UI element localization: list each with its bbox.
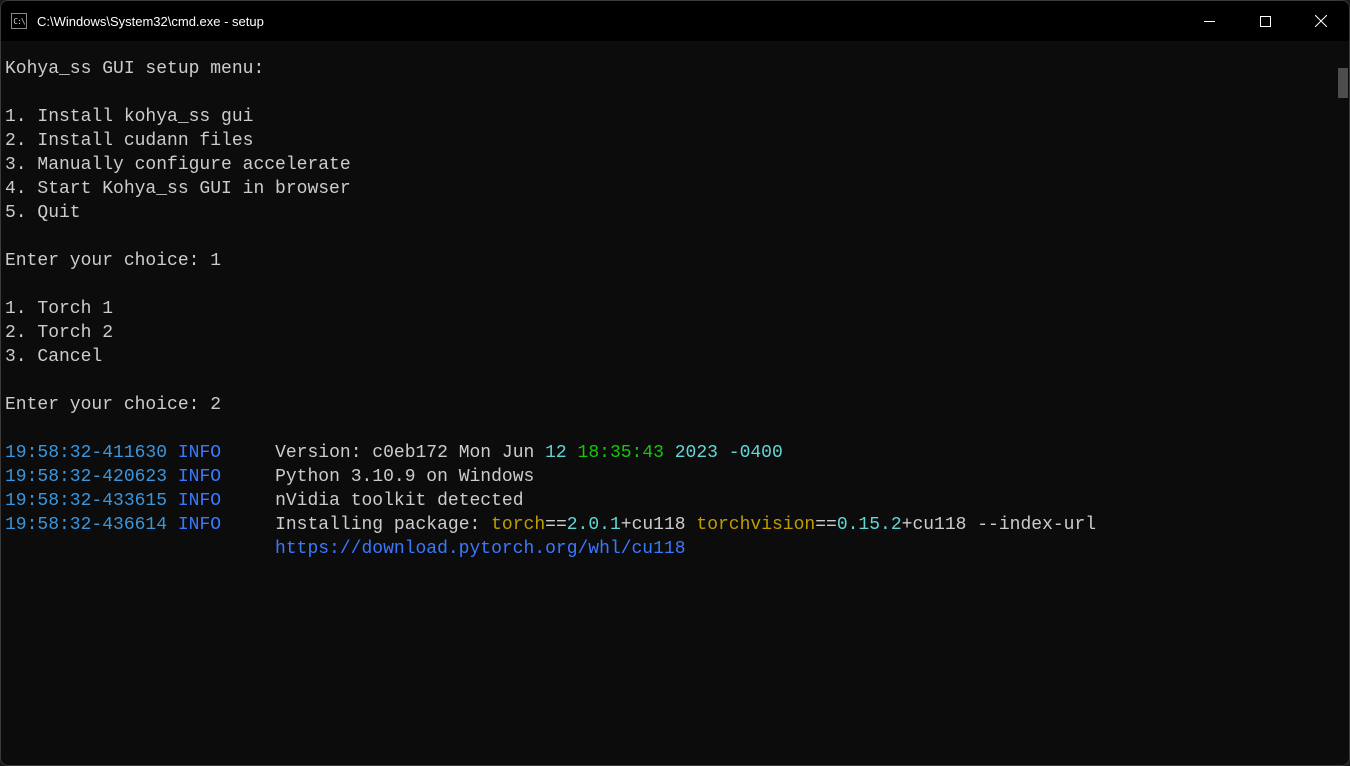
log-line: 19:58:32-420623 INFO Python 3.10.9 on Wi… [5, 465, 1349, 489]
minimize-icon [1204, 16, 1215, 27]
blank-line [5, 273, 1349, 297]
menu-option: 3. Manually configure accelerate [5, 153, 1349, 177]
maximize-button[interactable] [1237, 1, 1293, 41]
log-timestamp: 19:58:32-433615 [5, 491, 167, 511]
log-day: 12 [545, 443, 567, 463]
log-line: https://download.pytorch.org/whl/cu118 [5, 537, 1349, 561]
menu-header: Kohya_ss GUI setup menu: [5, 57, 1349, 81]
log-timestamp: 19:58:32-436614 [5, 515, 167, 535]
choice-prompt: Enter your choice: 1 [5, 249, 1349, 273]
scrollbar-track[interactable] [1334, 40, 1348, 766]
terminal-output[interactable]: Kohya_ss GUI setup menu: 1. Install kohy… [1, 41, 1349, 765]
log-text: +cu118 [621, 515, 697, 535]
minimize-button[interactable] [1181, 1, 1237, 41]
submenu-option: 3. Cancel [5, 345, 1349, 369]
window-controls [1181, 1, 1349, 41]
log-timestamp: 19:58:32-420623 [5, 467, 167, 487]
log-time: 18:35:43 [567, 443, 664, 463]
log-line: 19:58:32-433615 INFO nVidia toolkit dete… [5, 489, 1349, 513]
close-button[interactable] [1293, 1, 1349, 41]
pkg-version: 0.15.2 [837, 515, 902, 535]
log-url: https://download.pytorch.org/whl/cu118 [275, 539, 685, 559]
log-pad [5, 539, 275, 559]
close-icon [1315, 15, 1327, 27]
log-text: nVidia toolkit detected [275, 491, 523, 511]
log-level: INFO [178, 491, 221, 511]
log-text: Python 3.10.9 on Windows [275, 467, 534, 487]
eq: == [545, 515, 567, 535]
blank-line [5, 225, 1349, 249]
blank-line [5, 81, 1349, 105]
choice-prompt: Enter your choice: 2 [5, 393, 1349, 417]
blank-line [5, 417, 1349, 441]
log-tz: -0400 [718, 443, 783, 463]
pkg-name: torchvision [696, 515, 815, 535]
log-line: 19:58:32-436614 INFO Installing package:… [5, 513, 1349, 537]
menu-option: 1. Install kohya_ss gui [5, 105, 1349, 129]
log-text: Installing package: [275, 515, 491, 535]
log-level: INFO [178, 467, 221, 487]
submenu-option: 2. Torch 2 [5, 321, 1349, 345]
pkg-name: torch [491, 515, 545, 535]
titlebar[interactable]: C:\ C:\Windows\System32\cmd.exe - setup [1, 1, 1349, 41]
log-level: INFO [178, 515, 221, 535]
log-timestamp: 19:58:32-411630 [5, 443, 167, 463]
eq: == [815, 515, 837, 535]
log-year: 2023 [664, 443, 718, 463]
window-title: C:\Windows\System32\cmd.exe - setup [37, 14, 264, 29]
log-level: INFO [178, 443, 221, 463]
submenu-option: 1. Torch 1 [5, 297, 1349, 321]
scrollbar-thumb[interactable] [1338, 68, 1348, 98]
pkg-version: 2.0.1 [567, 515, 621, 535]
log-text: Version: c0eb172 Mon Jun [275, 443, 545, 463]
menu-option: 4. Start Kohya_ss GUI in browser [5, 177, 1349, 201]
log-text: +cu118 --index-url [902, 515, 1096, 535]
menu-option: 5. Quit [5, 201, 1349, 225]
blank-line [5, 369, 1349, 393]
log-line: 19:58:32-411630 INFO Version: c0eb172 Mo… [5, 441, 1349, 465]
menu-option: 2. Install cudann files [5, 129, 1349, 153]
cmd-window: C:\ C:\Windows\System32\cmd.exe - setup … [0, 0, 1350, 766]
cmd-icon: C:\ [11, 13, 27, 29]
maximize-icon [1260, 16, 1271, 27]
